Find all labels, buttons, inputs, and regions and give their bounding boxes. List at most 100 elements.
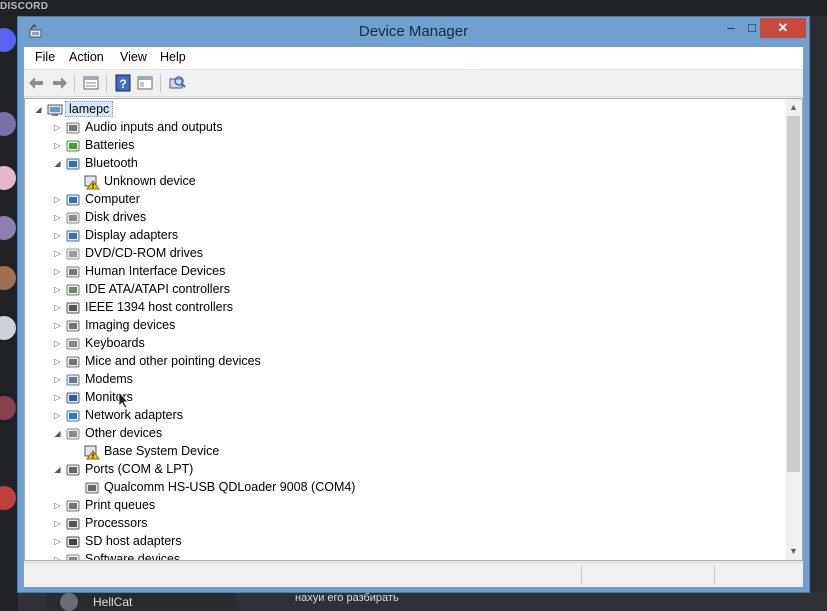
tree-item[interactable]: ▷ Disk drives xyxy=(25,209,785,227)
disk-drive-icon xyxy=(66,212,80,224)
tree-item-label: Audio inputs and outputs xyxy=(85,120,223,134)
collapsed-arrow-icon[interactable]: ▷ xyxy=(53,339,62,348)
title-bar[interactable]: Device Manager – □ ✕ xyxy=(18,17,809,47)
collapsed-arrow-icon[interactable]: ▷ xyxy=(53,375,62,384)
tree-item-label: IDE ATA/ATAPI controllers xyxy=(85,282,230,296)
collapsed-arrow-icon[interactable]: ▷ xyxy=(53,537,62,546)
tree-item[interactable]: Qualcomm HS-USB QDLoader 9008 (COM4) xyxy=(25,479,785,497)
collapsed-arrow-icon[interactable]: ▷ xyxy=(53,393,62,402)
collapsed-arrow-icon[interactable]: ▷ xyxy=(53,357,62,366)
collapsed-arrow-icon[interactable]: ▷ xyxy=(53,411,62,420)
tree-item-label: Base System Device xyxy=(104,444,220,458)
mouse-icon xyxy=(66,356,80,368)
device-tree[interactable]: ◢ lamepc ▷ Audio inputs and outputs ▷ Batte… xyxy=(24,98,803,561)
tree-item-label: Disk drives xyxy=(85,210,147,224)
help-icon[interactable]: ? xyxy=(114,74,132,92)
tree-root[interactable]: ◢ lamepc xyxy=(25,101,785,119)
warning-device-icon xyxy=(84,175,100,190)
tree-item-label: Modems xyxy=(85,372,133,386)
forward-arrow-icon[interactable] xyxy=(50,74,68,92)
collapsed-arrow-icon[interactable]: ▷ xyxy=(53,141,62,150)
status-segment xyxy=(581,566,582,583)
collapsed-arrow-icon[interactable]: ▷ xyxy=(53,501,62,510)
menu-view[interactable]: View xyxy=(120,50,147,64)
collapsed-arrow-icon[interactable]: ▷ xyxy=(53,321,62,330)
tree-item[interactable]: ▷ Display adapters xyxy=(25,227,785,245)
expanded-arrow-icon[interactable]: ◢ xyxy=(34,105,43,114)
menu-file[interactable]: File xyxy=(35,50,55,64)
maximize-button[interactable]: □ xyxy=(744,18,760,38)
tree-item[interactable]: ▷ Monitors xyxy=(25,389,785,407)
tree-item[interactable]: ▷ Audio inputs and outputs xyxy=(25,119,785,137)
port-icon xyxy=(85,482,99,494)
status-segment xyxy=(714,566,715,583)
close-button[interactable]: ✕ xyxy=(760,18,806,38)
view-icon[interactable] xyxy=(136,74,154,92)
server-icon[interactable] xyxy=(0,112,16,136)
user-avatar[interactable] xyxy=(60,593,78,611)
port-icon xyxy=(66,464,80,476)
server-icon[interactable] xyxy=(0,316,16,340)
tree-item[interactable]: ▷ Mice and other pointing devices xyxy=(25,353,785,371)
tree-item-label: Batteries xyxy=(85,138,135,152)
menu-help[interactable]: Help xyxy=(160,50,186,64)
svg-text:?: ? xyxy=(119,77,126,91)
collapsed-arrow-icon[interactable]: ▷ xyxy=(53,249,62,258)
collapsed-arrow-icon[interactable]: ▷ xyxy=(53,195,62,204)
tree-item[interactable]: ▷ Network adapters xyxy=(25,407,785,425)
tree-item[interactable]: ▷ Computer xyxy=(25,191,785,209)
collapsed-arrow-icon[interactable]: ▷ xyxy=(53,519,62,528)
computer-icon xyxy=(66,194,80,206)
tree-item[interactable]: ▷ Print queues xyxy=(25,497,785,515)
device-manager-window: Device Manager – □ ✕ File Action View He… xyxy=(17,16,810,593)
server-icon[interactable] xyxy=(0,166,16,190)
tree-item[interactable]: ▷ Modems xyxy=(25,371,785,389)
server-icon[interactable] xyxy=(0,486,16,510)
menu-action[interactable]: Action xyxy=(69,50,104,64)
expanded-arrow-icon[interactable]: ◢ xyxy=(53,465,62,474)
software-device-icon xyxy=(66,554,80,560)
tree-item[interactable]: ▷ Human Interface Devices xyxy=(25,263,785,281)
collapsed-arrow-icon[interactable]: ▷ xyxy=(53,123,62,132)
tree-item[interactable]: Unknown device xyxy=(25,173,785,191)
tree-item-label: Keyboards xyxy=(85,336,145,350)
server-icon[interactable] xyxy=(0,396,16,420)
back-arrow-icon[interactable] xyxy=(28,74,46,92)
scroll-down-button[interactable]: ▼ xyxy=(785,543,802,560)
tree-item[interactable]: ▷ DVD/CD-ROM drives xyxy=(25,245,785,263)
collapsed-arrow-icon[interactable]: ▷ xyxy=(53,285,62,294)
discord-home-icon[interactable] xyxy=(0,28,16,52)
root-label[interactable]: lamepc xyxy=(65,101,114,117)
tree-item[interactable]: ▷ IDE ATA/ATAPI controllers xyxy=(25,281,785,299)
tree-item[interactable]: ▷ Imaging devices xyxy=(25,317,785,335)
tree-item[interactable]: ◢ Other devices xyxy=(25,425,785,443)
tree-item[interactable]: ▷ Batteries xyxy=(25,137,785,155)
properties-icon[interactable] xyxy=(82,74,100,92)
tree-item[interactable]: ▷ IEEE 1394 host controllers xyxy=(25,299,785,317)
collapsed-arrow-icon[interactable]: ▷ xyxy=(53,213,62,222)
server-icon[interactable] xyxy=(0,216,16,240)
collapsed-arrow-icon[interactable]: ▷ xyxy=(53,303,62,312)
tree-item[interactable]: ▷ SD host adapters xyxy=(25,533,785,551)
vertical-scrollbar[interactable]: ▲ ▼ xyxy=(785,99,802,560)
expanded-arrow-icon[interactable]: ◢ xyxy=(53,159,62,168)
tree-item-label: IEEE 1394 host controllers xyxy=(85,300,233,314)
collapsed-arrow-icon[interactable]: ▷ xyxy=(53,267,62,276)
tree-item-label: SD host adapters xyxy=(85,534,182,548)
minimize-button[interactable]: – xyxy=(718,18,744,38)
tree-item[interactable]: Base System Device xyxy=(25,443,785,461)
expanded-arrow-icon[interactable]: ◢ xyxy=(53,429,62,438)
tree-item-label: Mice and other pointing devices xyxy=(85,354,261,368)
tree-item[interactable]: ▷ Software devices xyxy=(25,551,785,560)
menu-bar: File Action View Help xyxy=(24,47,803,70)
tree-item[interactable]: ◢ Bluetooth xyxy=(25,155,785,173)
collapsed-arrow-icon[interactable]: ▷ xyxy=(53,231,62,240)
scan-hardware-icon[interactable] xyxy=(168,74,186,92)
scroll-up-button[interactable]: ▲ xyxy=(785,99,802,116)
tree-item[interactable]: ▷ Keyboards xyxy=(25,335,785,353)
server-icon[interactable] xyxy=(0,266,16,290)
scroll-thumb[interactable] xyxy=(787,116,800,472)
tree-item[interactable]: ▷ Processors xyxy=(25,515,785,533)
tree-item[interactable]: ◢ Ports (COM & LPT) xyxy=(25,461,785,479)
collapsed-arrow-icon[interactable]: ▷ xyxy=(53,555,62,560)
